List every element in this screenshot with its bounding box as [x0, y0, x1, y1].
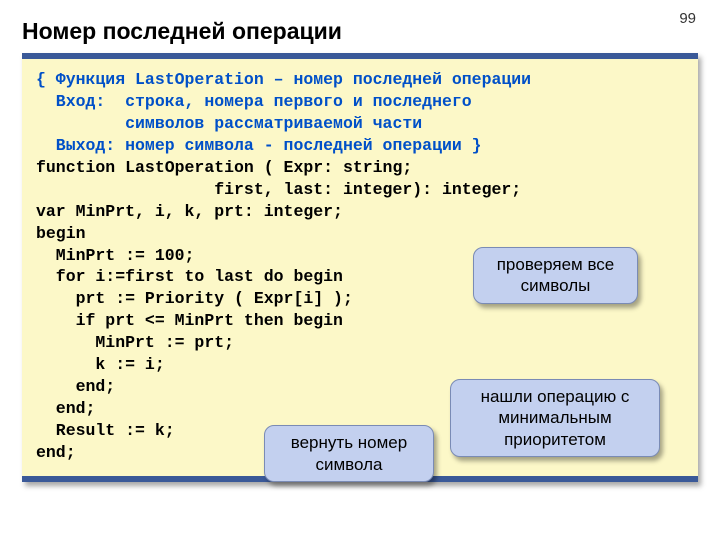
code-line-11: end;	[36, 377, 115, 396]
page-number: 99	[679, 10, 696, 27]
code-line-4: begin	[36, 224, 86, 243]
comment-line-4: Выход: номер символа - последней операци…	[36, 136, 482, 155]
code-line-9: MinPrt := prt;	[36, 333, 234, 352]
code-line-3: var MinPrt, i, k, prt: integer;	[36, 202, 343, 221]
code-line-5: MinPrt := 100;	[36, 246, 194, 265]
comment-line-1: { Функция LastOperation – номер последне…	[36, 70, 531, 89]
code-panel: { Функция LastOperation – номер последне…	[22, 53, 698, 482]
code-line-6: for i:=first to last do begin	[36, 267, 343, 286]
callout-check-all-symbols: проверяем все символы	[473, 247, 638, 304]
code-line-2: first, last: integer): integer;	[36, 180, 521, 199]
code-line-8: if prt <= MinPrt then begin	[36, 311, 343, 330]
code-line-10: k := i;	[36, 355, 165, 374]
comment-line-3: символов рассматриваемой части	[36, 114, 422, 133]
code-line-13: Result := k;	[36, 421, 175, 440]
callout-return-symbol-number: вернуть номер символа	[264, 425, 434, 482]
code-line-7: prt := Priority ( Expr[i] );	[36, 289, 353, 308]
comment-line-2: Вход: строка, номера первого и последнег…	[36, 92, 472, 111]
code-line-12: end;	[36, 399, 95, 418]
slide-title: Номер последней операции	[22, 18, 698, 45]
code-line-1: function LastOperation ( Expr: string;	[36, 158, 412, 177]
callout-found-min-priority: нашли операцию с минимальным приоритетом	[450, 379, 660, 457]
code-line-14: end;	[36, 443, 76, 462]
